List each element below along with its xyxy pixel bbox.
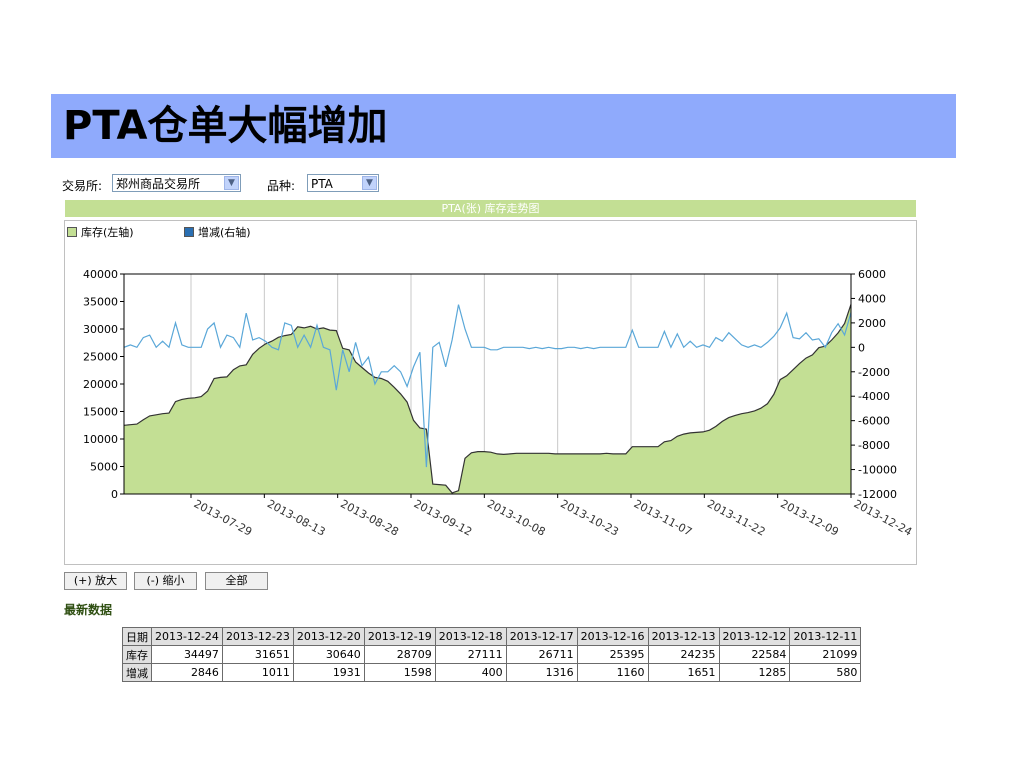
x-tick-label: 2013-08-13 xyxy=(265,497,328,538)
table-cell: 2013-12-24 xyxy=(151,627,223,646)
table-row-inventory: 库存 34497 31651 30640 28709 27111 26711 25395 242… xyxy=(122,645,862,664)
table-cell: 26711 xyxy=(505,645,578,664)
table-cell: 30640 xyxy=(292,645,365,664)
y-right-tick-label: 4000 xyxy=(858,292,886,305)
y-right-tick-label: -8000 xyxy=(858,439,890,452)
y-left-tick-label: 40000 xyxy=(83,268,118,281)
table-cell: 2013-12-23 xyxy=(221,627,294,646)
y-left-tick-label: 10000 xyxy=(83,433,118,446)
table-cell: 580 xyxy=(789,663,862,682)
table-cell: 1011 xyxy=(221,663,294,682)
zoom-out-button[interactable]: (-) 缩小 xyxy=(134,572,197,590)
table-cell: 28709 xyxy=(363,645,436,664)
table-cell: 2013-12-19 xyxy=(363,627,436,646)
table-cell: 24235 xyxy=(647,645,720,664)
x-tick-label: 2013-11-22 xyxy=(705,497,768,538)
y-left-tick-label: 0 xyxy=(111,488,118,501)
y-left-tick-label: 15000 xyxy=(83,406,118,419)
table-cell: 1931 xyxy=(292,663,365,682)
x-tick-label: 2013-07-29 xyxy=(192,497,255,538)
table-row-label: 日期 xyxy=(122,627,152,646)
table-cell: 22584 xyxy=(718,645,791,664)
table-cell: 2013-12-11 xyxy=(789,627,862,646)
latest-data-title: 最新数据 xyxy=(64,603,113,617)
table-cell: 2013-12-13 xyxy=(647,627,720,646)
x-tick-label: 2013-12-09 xyxy=(778,497,841,538)
table-row-dates: 日期 2013-12-24 2013-12-23 2013-12-20 2013-12-… xyxy=(122,627,862,646)
table-cell: 1651 xyxy=(647,663,720,682)
table-cell: 1160 xyxy=(576,663,649,682)
y-right-tick-label: -12000 xyxy=(858,488,897,501)
table-cell: 2013-12-16 xyxy=(576,627,649,646)
x-tick-label: 2013-12-24 xyxy=(852,497,915,538)
table-cell: 34497 xyxy=(151,645,223,664)
y-left-tick-label: 5000 xyxy=(90,461,118,474)
y-left-tick-label: 25000 xyxy=(83,351,118,364)
y-right-tick-label: -6000 xyxy=(858,415,890,428)
show-all-button[interactable]: 全部 xyxy=(205,572,268,590)
y-right-tick-label: -4000 xyxy=(858,390,890,403)
table-cell: 2013-12-17 xyxy=(505,627,578,646)
table-cell: 1598 xyxy=(363,663,436,682)
table-cell: 25395 xyxy=(576,645,649,664)
table-cell: 31651 xyxy=(221,645,294,664)
y-right-tick-label: 6000 xyxy=(858,268,886,281)
table-cell: 1316 xyxy=(505,663,578,682)
inventory-area-series xyxy=(123,304,852,494)
table-cell: 400 xyxy=(434,663,507,682)
table-cell: 2013-12-12 xyxy=(718,627,791,646)
y-left-tick-label: 30000 xyxy=(83,323,118,336)
y-right-tick-label: 2000 xyxy=(858,317,886,330)
table-cell: 1285 xyxy=(718,663,791,682)
table-row-change: 增减 2846 1011 1931 1598 400 1316 1160 1651 1285 580 xyxy=(122,663,862,682)
y-left-tick-label: 35000 xyxy=(83,296,118,309)
zoom-in-button[interactable]: (+) 放大 xyxy=(64,572,127,590)
table-cell: 21099 xyxy=(789,645,862,664)
table-cell: 2013-12-20 xyxy=(292,627,365,646)
y-right-tick-label: -10000 xyxy=(858,464,897,477)
x-tick-label: 2013-08-28 xyxy=(338,497,401,538)
table-cell: 27111 xyxy=(434,645,507,664)
x-tick-label: 2013-10-23 xyxy=(558,497,621,538)
table-row-label: 增减 xyxy=(122,663,152,682)
y-left-tick-label: 20000 xyxy=(83,378,118,391)
table-cell: 2846 xyxy=(151,663,223,682)
table-cell: 2013-12-18 xyxy=(434,627,507,646)
x-tick-label: 2013-11-07 xyxy=(632,497,695,538)
inventory-area-fill xyxy=(124,304,851,494)
table-row-label: 库存 xyxy=(122,645,152,664)
x-tick-label: 2013-10-08 xyxy=(485,497,548,538)
x-tick-label: 2013-09-12 xyxy=(412,497,475,538)
y-right-tick-label: -2000 xyxy=(858,366,890,379)
latest-data-table: 日期 2013-12-24 2013-12-23 2013-12-20 2013-12-… xyxy=(122,627,862,682)
y-right-tick-label: 0 xyxy=(858,341,865,354)
